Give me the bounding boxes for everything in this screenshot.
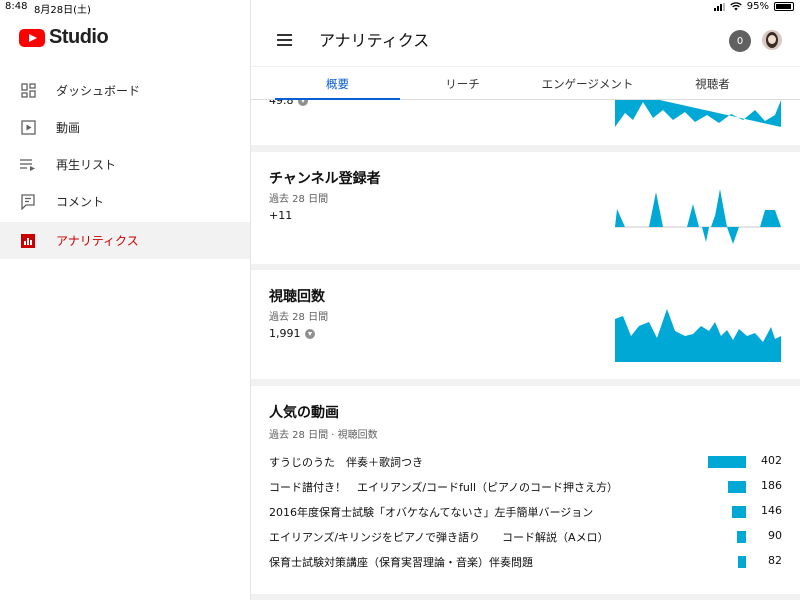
active-tab-indicator — [275, 98, 400, 100]
video-title: エイリアンズ/キリンジをピアノで弾き語り コード解説（Aメロ） — [269, 531, 609, 544]
sidebar-item-label: 再生リスト — [56, 158, 117, 172]
list-item[interactable]: コード譜付き！ エイリアンズ/コードfull（ピアノのコード押さえ方） 186 — [269, 477, 784, 497]
subscribers-card[interactable]: チャンネル登録者 過去 28 日間 +11 — [251, 152, 800, 264]
battery-icon — [774, 2, 794, 11]
wifi-icon — [730, 2, 742, 11]
video-views: 186 — [761, 479, 782, 492]
sidebar: Studio ダッシュボード 動画 再生リスト コメント アナリティクス — [0, 0, 251, 600]
studio-wordmark: Studio — [49, 26, 109, 48]
tab-engagement[interactable]: エンゲージメント — [525, 67, 650, 100]
views-period: 過去 28 日間 — [269, 312, 329, 323]
list-item[interactable]: すうじのうた 伴奏＋歌詞つき 402 — [269, 452, 784, 472]
video-views: 146 — [761, 504, 782, 517]
status-time: 8:48 — [5, 1, 28, 12]
sidebar-item-label: 動画 — [56, 121, 81, 135]
video-views: 90 — [768, 529, 782, 542]
sidebar-item-analytics[interactable]: アナリティクス — [0, 222, 250, 259]
list-item[interactable]: 保育士試験対策講座（保育実習理論・音楽）伴奏問題 82 — [269, 552, 784, 572]
subscribers-title: チャンネル登録者 — [269, 171, 381, 187]
youtube-logo-icon — [19, 28, 45, 47]
list-item[interactable]: 2016年度保育士試験「オバケなんてないさ」左手簡単バージョン 146 — [269, 502, 784, 522]
views-bar — [708, 456, 746, 468]
tab-overview[interactable]: 概要 — [275, 67, 400, 100]
studio-logo[interactable]: Studio — [19, 26, 109, 49]
sidebar-item-label: アナリティクス — [56, 234, 139, 248]
views-bar — [728, 481, 746, 493]
video-icon — [20, 120, 36, 136]
subscribers-period: 過去 28 日間 — [269, 194, 329, 205]
status-bar: 8:48 8月28日(土) 95% — [0, 0, 800, 16]
analytics-icon — [20, 233, 36, 249]
video-title: すうじのうた 伴奏＋歌詞つき — [269, 456, 423, 469]
views-card[interactable]: 視聴回数 過去 28 日間 1,991 — [251, 270, 800, 379]
notification-badge[interactable]: 0 — [729, 30, 751, 52]
cellular-signal-icon — [713, 2, 725, 11]
views-value: 1,991 — [269, 327, 315, 340]
menu-icon[interactable] — [277, 34, 292, 46]
sidebar-item-comments[interactable]: コメント — [0, 183, 250, 220]
video-views: 82 — [768, 554, 782, 567]
sidebar-item-playlists[interactable]: 再生リスト — [0, 146, 250, 183]
top-videos-title: 人気の動画 — [269, 405, 339, 421]
views-bar — [738, 556, 746, 568]
comment-icon — [20, 193, 36, 210]
sidebar-item-dashboard[interactable]: ダッシュボード — [0, 72, 250, 109]
subscribers-sparkline — [615, 189, 781, 244]
page-title: アナリティクス — [319, 31, 430, 50]
subscribers-value: +11 — [269, 209, 293, 222]
list-item[interactable]: エイリアンズ/キリンジをピアノで弾き語り コード解説（Aメロ） 90 — [269, 527, 784, 547]
views-title: 視聴回数 — [269, 289, 325, 305]
playlist-icon — [20, 157, 36, 173]
main-content: 49.8 チャンネル登録者 過去 28 日間 +11 視聴回数 過去 28 日間… — [251, 0, 800, 600]
views-bar — [737, 531, 746, 543]
tab-audience[interactable]: 視聴者 — [650, 67, 775, 100]
status-right: 95% — [713, 1, 794, 12]
avatar[interactable] — [762, 30, 782, 50]
top-videos-card: 人気の動画 過去 28 日間 · 視聴回数 すうじのうた 伴奏＋歌詞つき 402… — [251, 386, 800, 594]
video-title: 保育士試験対策講座（保育実習理論・音楽）伴奏問題 — [269, 556, 533, 569]
arrow-down-icon — [304, 328, 315, 339]
video-title: コード譜付き！ エイリアンズ/コードfull（ピアノのコード押さえ方） — [269, 481, 619, 494]
sidebar-item-label: ダッシュボード — [56, 84, 141, 98]
tab-reach[interactable]: リーチ — [400, 67, 525, 100]
sidebar-item-label: コメント — [56, 195, 105, 209]
views-bar — [732, 506, 746, 518]
battery-percent: 95% — [746, 1, 769, 12]
video-views: 402 — [761, 454, 782, 467]
analytics-tabs: 概要 リーチ エンゲージメント 視聴者 — [251, 66, 800, 100]
top-videos-period: 過去 28 日間 · 視聴回数 — [269, 430, 378, 441]
sidebar-item-videos[interactable]: 動画 — [0, 109, 250, 146]
video-title: 2016年度保育士試験「オバケなんてないさ」左手簡単バージョン — [269, 506, 594, 519]
dashboard-icon — [20, 83, 36, 99]
views-sparkline — [615, 309, 781, 362]
status-date: 8月28日(土) — [34, 5, 91, 16]
